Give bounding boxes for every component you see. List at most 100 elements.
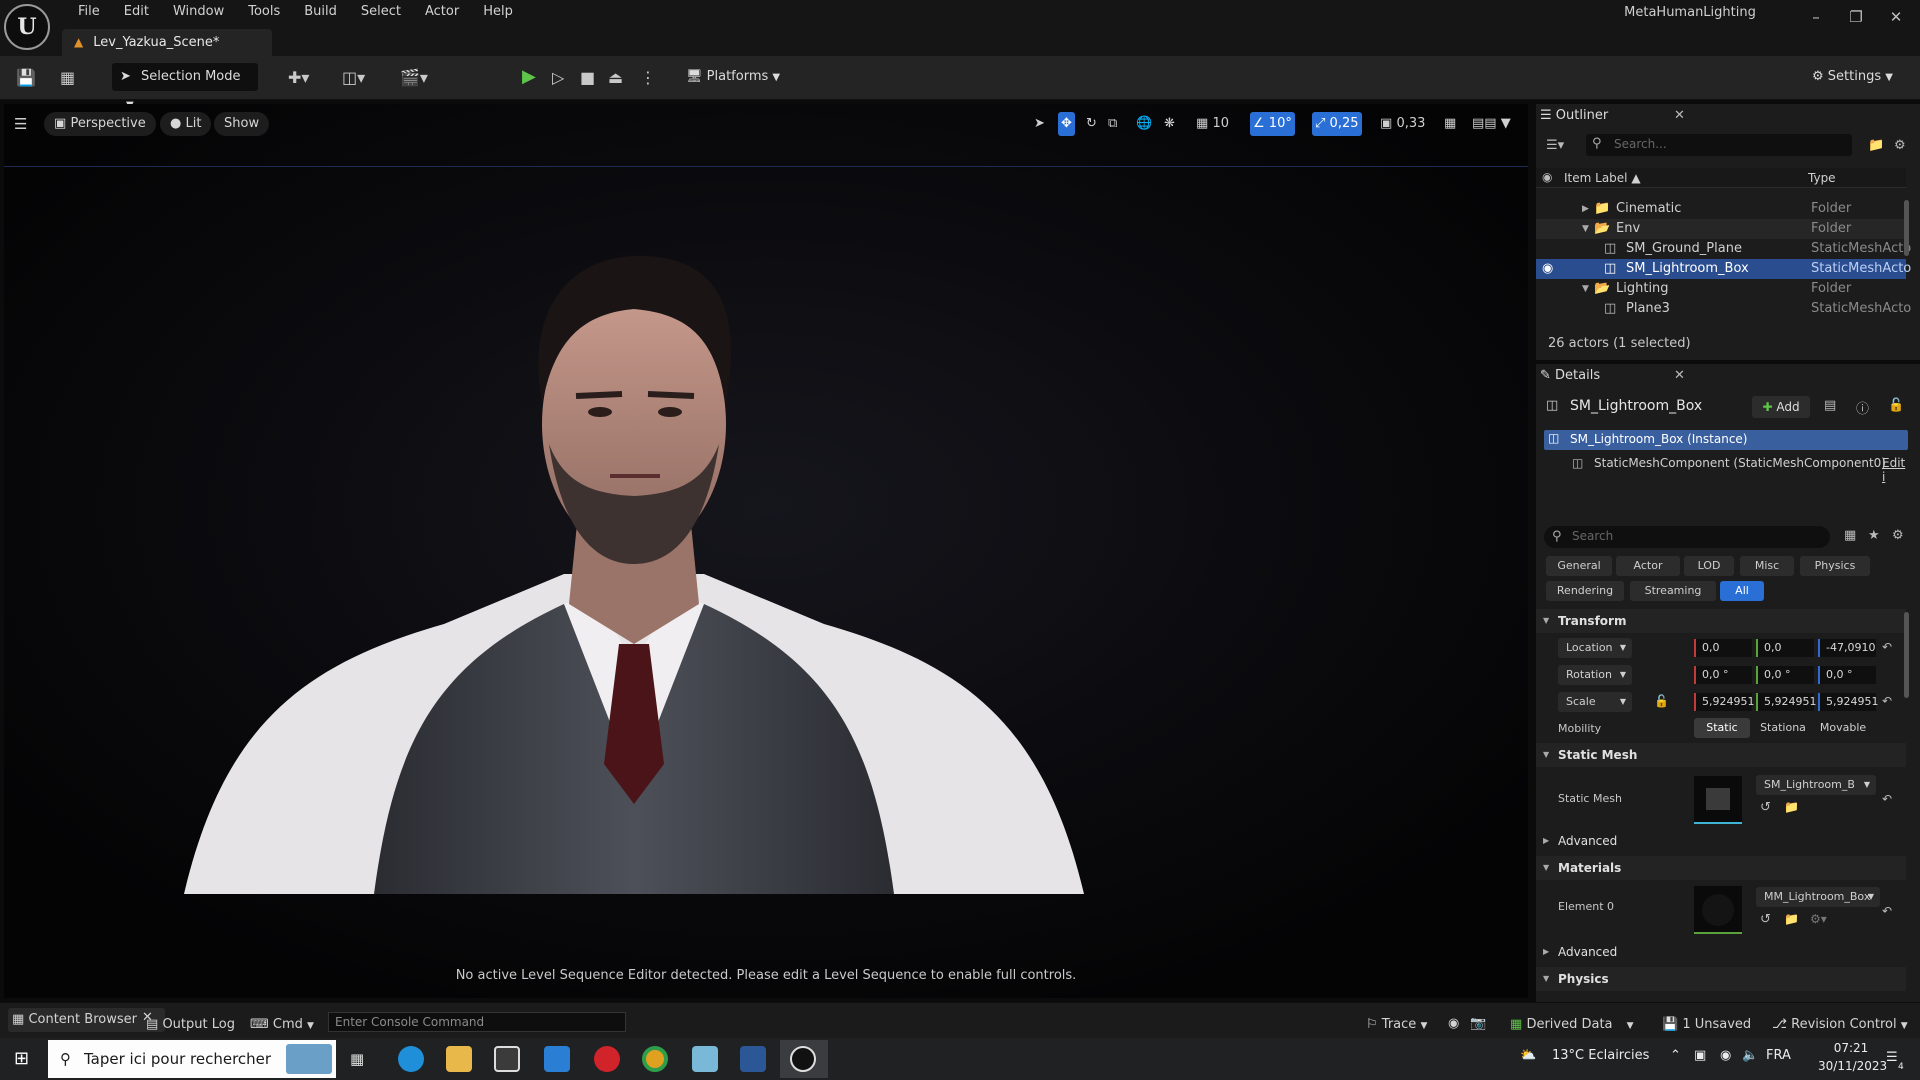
perspective-button[interactable]: ▣ Perspective (44, 112, 156, 136)
details-search-input[interactable]: ⚲ Search (1544, 526, 1830, 548)
tray-expand-icon[interactable]: ⌃ (1670, 1048, 1681, 1063)
browse-asset-icon[interactable]: 📁 (1784, 912, 1799, 926)
translate-tool-icon[interactable]: ✥ (1058, 112, 1075, 136)
static-mesh-asset-dropdown[interactable]: SM_Lightroom_B ▼ (1756, 775, 1876, 795)
transform-section[interactable]: Transform (1536, 609, 1906, 633)
use-selected-icon[interactable]: ↺ (1760, 912, 1771, 927)
menu-build[interactable]: Build (292, 3, 349, 21)
scale-y-input[interactable]: 5,924951 (1756, 693, 1817, 711)
opera-icon[interactable] (594, 1046, 620, 1072)
item-label-column[interactable]: Item Label ▲ (1564, 171, 1641, 185)
save-icon[interactable]: 💾 (16, 67, 36, 89)
reset-static-mesh-icon[interactable]: ↶ (1882, 792, 1892, 806)
rotation-snap-toggle[interactable]: ∠ 10° (1250, 112, 1295, 136)
table-view-icon[interactable]: ▦ (1844, 528, 1856, 543)
unreal-taskbar-button[interactable] (780, 1040, 828, 1078)
minimize-icon[interactable]: – (1796, 6, 1836, 28)
collapse-icon[interactable]: ▼ (1582, 279, 1589, 299)
filter-all[interactable]: All (1720, 581, 1764, 601)
location-y-input[interactable]: 0,0 (1756, 639, 1814, 657)
lock-icon[interactable]: 🔓 (1888, 398, 1904, 413)
cmd-dropdown[interactable]: ⌨ Cmd ▼ (250, 1017, 314, 1032)
menu-help[interactable]: Help (471, 3, 525, 21)
add-component-button[interactable]: ✚ Add (1752, 396, 1810, 418)
new-folder-icon[interactable]: 📁 (1868, 138, 1884, 153)
weather-text[interactable]: 13°C Eclaircies (1552, 1048, 1649, 1063)
filter-misc[interactable]: Misc (1740, 556, 1794, 576)
scale-tool-icon[interactable]: ⧉ (1108, 112, 1117, 136)
browse-asset-icon[interactable]: 📁 (1784, 800, 1799, 814)
play-button[interactable]: ▶ (522, 66, 536, 87)
details-scrollbar[interactable] (1904, 612, 1909, 698)
screenshot-icon[interactable]: 📷 (1470, 1016, 1486, 1031)
layout-icon[interactable]: ▦ (1444, 112, 1456, 136)
visibility-column-icon[interactable]: ◉ (1542, 170, 1552, 184)
location-dropdown[interactable]: Location ▼ (1558, 638, 1632, 658)
filter-lod[interactable]: LOD (1684, 556, 1734, 576)
task-view-icon[interactable]: ▦ (350, 1050, 364, 1068)
reset-scale-icon[interactable]: ↶ (1882, 694, 1892, 708)
menu-actor[interactable]: Actor (413, 3, 471, 21)
menu-file[interactable]: File (66, 3, 112, 21)
menu-edit[interactable]: Edit (112, 3, 161, 21)
physics-section[interactable]: Physics (1536, 967, 1906, 991)
component-instance-row[interactable]: ◫ SM_Lightroom_Box (Instance) (1544, 430, 1908, 450)
mail-icon[interactable] (544, 1046, 570, 1072)
outliner-row-cinematic[interactable]: ▶ 📁 Cinematic Folder (1536, 199, 1906, 219)
settings-dropdown[interactable]: ⚙ Settings ▼ (1812, 63, 1893, 91)
unsaved-button[interactable]: 💾 1 Unsaved (1662, 1017, 1751, 1032)
material-options-icon[interactable]: ⚙▾ (1810, 912, 1827, 926)
location-z-input[interactable]: -47,0910 (1818, 639, 1876, 657)
content-browser-icon[interactable]: ▦ (60, 67, 75, 89)
outliner-scrollbar[interactable] (1904, 200, 1909, 256)
platforms-dropdown[interactable]: 🖥 Platforms ▼ (686, 63, 780, 91)
close-outliner-icon[interactable]: ✕ (1674, 108, 1685, 123)
location-x-input[interactable]: 0,0 (1694, 639, 1752, 657)
file-explorer-icon[interactable] (446, 1046, 472, 1072)
close-details-icon[interactable]: ✕ (1674, 368, 1685, 383)
viewport-layout-dropdown[interactable]: ▤▤ ▼ (1472, 112, 1511, 136)
viewport-menu-icon[interactable]: ☰ (14, 112, 27, 136)
console-input[interactable]: Enter Console Command (328, 1012, 626, 1032)
material-thumbnail[interactable] (1694, 886, 1742, 934)
clock-time[interactable]: 07:21 (1818, 1041, 1884, 1055)
store-icon[interactable] (494, 1046, 520, 1072)
filter-physics[interactable]: Physics (1800, 556, 1870, 576)
rotation-z-input[interactable]: 0,0 ° (1818, 666, 1876, 684)
advance-frame-icon[interactable]: ▷ (552, 67, 564, 89)
language-indicator[interactable]: FRA (1766, 1048, 1791, 1063)
blueprint-icon[interactable]: ◫▾ (342, 67, 365, 89)
outliner-search-input[interactable]: ⚲ Search... (1586, 134, 1852, 156)
trace-dropdown[interactable]: ⚐ Trace ▼ (1366, 1017, 1427, 1032)
record-icon[interactable]: ◉ (1448, 1016, 1459, 1031)
static-mesh-section[interactable]: Static Mesh (1536, 743, 1906, 767)
scale-lock-icon[interactable]: 🔓 (1654, 694, 1669, 708)
blueprint-convert-icon[interactable]: ▤ (1824, 398, 1836, 413)
outliner-row-env[interactable]: ▼ 📂 Env Folder (1536, 219, 1906, 239)
outliner-row-sm-ground-plane[interactable]: ◫ SM_Ground_Plane StaticMeshActo (1536, 239, 1911, 259)
filter-icon[interactable]: ☰▾ (1546, 138, 1564, 153)
details-settings-icon[interactable]: ⚙ (1892, 528, 1904, 543)
level-tab[interactable]: ▲ Lev_Yazkua_Scene* (62, 29, 272, 56)
visibility-eye-icon[interactable]: ◉ (1542, 259, 1553, 279)
notes-app-icon[interactable] (692, 1046, 718, 1072)
scale-snap-toggle[interactable]: ⤢ 0,25 (1312, 112, 1362, 136)
filter-rendering[interactable]: Rendering (1546, 581, 1624, 601)
word-icon[interactable] (740, 1046, 766, 1072)
mobility-stationary[interactable]: Stationa (1756, 718, 1810, 738)
wifi-icon[interactable]: ◉ (1720, 1048, 1731, 1063)
outliner-row-plane3[interactable]: ◫ Plane3 StaticMeshActo (1536, 299, 1911, 319)
chrome-icon[interactable] (642, 1046, 668, 1072)
edit-link[interactable]: Edit i (1882, 456, 1908, 484)
close-window-icon[interactable]: ✕ (1876, 6, 1916, 28)
material-asset-dropdown[interactable]: MM_Lightroom_Box ▼ (1756, 887, 1880, 907)
filter-streaming[interactable]: Streaming (1630, 581, 1716, 601)
collapse-icon[interactable]: ▼ (1582, 219, 1589, 239)
rotation-y-input[interactable]: 0,0 ° (1756, 666, 1814, 684)
reset-location-icon[interactable]: ↶ (1882, 640, 1892, 654)
notification-center-icon[interactable]: ☰ (1886, 1050, 1898, 1065)
grid-snap-toggle[interactable]: ▦ 10 (1196, 112, 1229, 136)
windows-start-icon[interactable]: ⊞ (14, 1048, 29, 1069)
expand-icon[interactable]: ▶ (1582, 199, 1589, 219)
cinematics-icon[interactable]: 🎬▾ (400, 67, 428, 89)
